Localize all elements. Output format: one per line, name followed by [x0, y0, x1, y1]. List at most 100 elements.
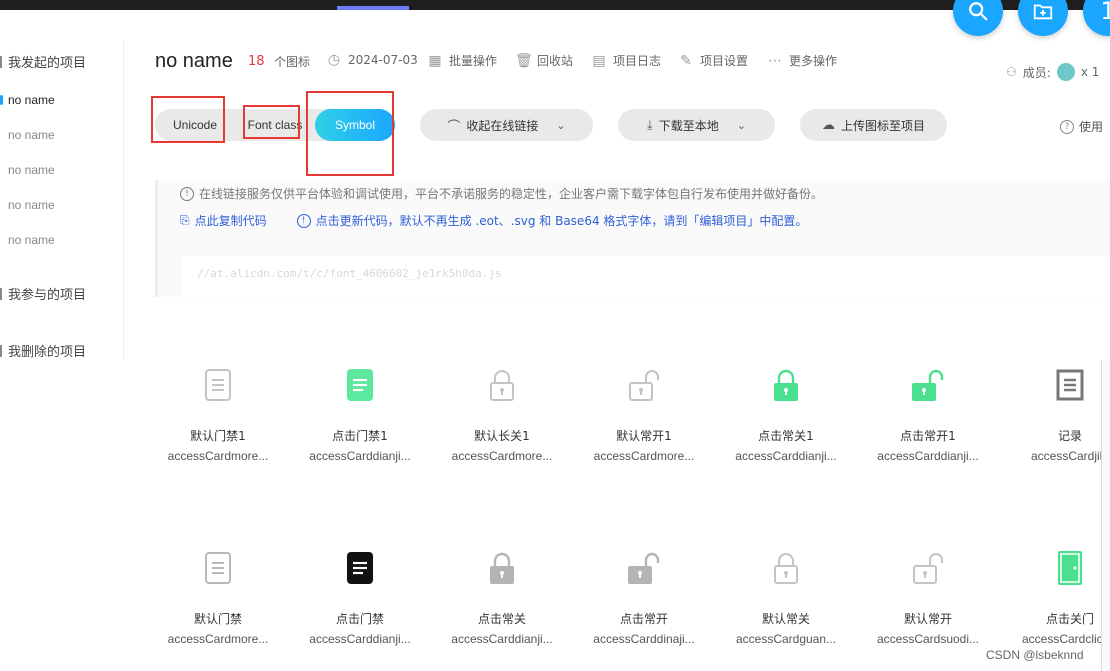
icon-card[interactable]: 记录 accessCardjilu: [999, 365, 1110, 485]
more-ops-button[interactable]: ⋯ 更多操作: [767, 52, 837, 69]
icon-card[interactable]: 点击常关1 accessCarddianji...: [715, 365, 857, 485]
chevron-down-icon: ⌄: [556, 118, 566, 132]
icon-card[interactable]: 默认常开 accessCardsuodi...: [857, 548, 999, 668]
icon-card[interactable]: 点击常开1 accessCarddianji...: [857, 365, 999, 485]
user-icon: ⚇: [1006, 65, 1017, 79]
started-projects-heading[interactable]: 我发起的项目: [0, 52, 86, 71]
project-log-button[interactable]: ▤ 项目日志: [591, 52, 661, 69]
trash-icon: 🗑: [515, 52, 533, 69]
lock-closed-filled-icon: [482, 548, 522, 588]
icon-name: 记录: [1057, 429, 1082, 443]
doc-filled-icon: [340, 548, 380, 588]
batch-ops-button[interactable]: ▦ 批量操作: [427, 52, 497, 69]
icon-code: accessCardmore...: [451, 449, 553, 463]
icon-count: 18: [248, 54, 265, 69]
icon-name: 点击常开: [619, 612, 668, 626]
tab-symbol[interactable]: Symbol: [315, 109, 395, 141]
clock-icon: ◷: [327, 52, 341, 68]
lock-open-outline-icon: [908, 548, 948, 588]
icon-card[interactable]: 默认门禁 accessCardmore...: [147, 548, 289, 668]
icon-name: 默认常关: [761, 612, 810, 626]
recycle-bin-button[interactable]: 🗑 回收站: [515, 52, 573, 69]
question-icon: ?: [1060, 119, 1074, 134]
code-box[interactable]: //at.alicdn.com/t/c/font_4606602_je1rk5h…: [181, 256, 1110, 296]
icon-name: 点击门禁1: [332, 429, 388, 443]
icon-name: 默认门禁1: [190, 429, 246, 443]
date-text: 2024-07-03: [348, 53, 418, 67]
more-ops-label: 更多操作: [789, 54, 838, 68]
copy-code-link[interactable]: 点此复制代码: [195, 212, 267, 229]
notice-actions: ⎘ 点此复制代码 ! 点击更新代码，默认不再生成 .eot、.svg 和 Bas…: [180, 212, 807, 229]
folder-icon: [0, 344, 4, 357]
download-local-button[interactable]: ⤓ 下载至本地 ⌄: [618, 109, 775, 141]
tab-unicode[interactable]: Unicode: [155, 109, 235, 141]
update-code-link[interactable]: 点击更新代码，默认不再生成 .eot、.svg 和 Base64 格式字体，请到…: [316, 212, 808, 229]
doc-filled-icon: [340, 365, 380, 405]
icon-card[interactable]: 点击常关 accessCarddianji...: [431, 548, 573, 668]
icon-code: accessCardsuodi...: [876, 632, 980, 646]
members-count: x 1: [1080, 65, 1100, 79]
info-icon: !: [180, 186, 194, 201]
icon-card[interactable]: 点击门禁 accessCarddianji...: [289, 548, 431, 668]
lock-open-filled-icon: [908, 365, 948, 405]
download-icon: ⤓: [647, 117, 653, 133]
icon-code: accessCardguan...: [735, 632, 837, 646]
code-url: //at.alicdn.com/t/c/font_4606602_je1rk5h…: [197, 267, 502, 280]
notification-count: 1: [1100, 0, 1110, 25]
icon-name: 点击关门: [1045, 612, 1094, 626]
upload-icons-label: 上传图标至项目: [840, 118, 925, 133]
doc-outline-icon: [198, 365, 238, 405]
icon-code: accessCardmore...: [167, 449, 269, 463]
search-button[interactable]: [953, 0, 1003, 36]
icon-count-label: 个图标: [274, 55, 311, 69]
collapse-link-label: 收起在线链接: [466, 118, 539, 133]
tab-font-class[interactable]: Font class: [235, 109, 315, 141]
icon-name: 默认常开1: [616, 429, 672, 443]
sidebar-item-project[interactable]: no name: [0, 93, 55, 107]
icon-code: accessCarddianji...: [309, 632, 411, 646]
lock-closed-outline-icon: [766, 548, 806, 588]
collapse-link-button[interactable]: ⌒ 收起在线链接 ⌄: [420, 109, 593, 141]
scrollbar[interactable]: [1101, 360, 1110, 671]
members-label: 成员:: [1022, 65, 1051, 80]
icon-card[interactable]: 默认长关1 accessCardmore...: [431, 365, 573, 485]
icon-name: 点击常关: [477, 612, 526, 626]
folder-icon: [0, 55, 4, 68]
icon-card[interactable]: 点击门禁1 accessCarddianji...: [289, 365, 431, 485]
log-icon: ▤: [592, 52, 606, 69]
doc-outline-icon: [198, 548, 238, 588]
joined-projects-heading[interactable]: 我参与的项目: [0, 284, 86, 303]
notification-button[interactable]: 1: [1083, 0, 1110, 36]
deleted-projects-label: 我删除的项目: [8, 345, 87, 360]
grid-icon: ▦: [428, 52, 442, 69]
lock-open-filled-icon: [624, 548, 664, 588]
copy-icon: ⎘: [180, 213, 190, 227]
project-settings-button[interactable]: ✎ 项目设置: [678, 52, 748, 69]
sidebar-item-project[interactable]: no name: [8, 163, 55, 177]
download-local-label: 下载至本地: [658, 118, 719, 133]
sidebar-item-project[interactable]: no name: [8, 128, 55, 142]
batch-ops-label: 批量操作: [449, 54, 498, 68]
icon-card[interactable]: 默认常开1 accessCardmore...: [573, 365, 715, 485]
code-format-switch: Unicode Font class Symbol: [155, 109, 395, 141]
joined-projects-label: 我参与的项目: [8, 288, 87, 303]
icon-name: 点击常关1: [758, 429, 814, 443]
icon-card[interactable]: 点击常开 accessCarddinaji...: [573, 548, 715, 668]
record-icon: [1050, 365, 1090, 405]
cloud-upload-icon: ☁: [821, 117, 835, 133]
chevron-down-icon: ⌄: [736, 118, 746, 132]
sidebar-item-project[interactable]: no name: [8, 198, 55, 212]
eye-closed-icon: ⌒: [447, 119, 461, 135]
icon-card[interactable]: 默认常关 accessCardguan...: [715, 548, 857, 668]
icon-code: accessCardmore...: [167, 632, 269, 646]
icon-code: accessCardclickG: [1021, 632, 1110, 646]
more-icon: ⋯: [768, 52, 782, 69]
icon-card[interactable]: 默认门禁1 accessCardmore...: [147, 365, 289, 485]
help-link[interactable]: ? 使用: [1060, 118, 1103, 135]
warning-text: 在线链接服务仅供平台体验和调试使用，平台不承诺服务的稳定性，企业客户需下载字体包…: [199, 187, 824, 201]
new-folder-button[interactable]: [1018, 0, 1068, 36]
upload-icons-button[interactable]: ☁ 上传图标至项目: [800, 109, 947, 141]
deleted-projects-heading[interactable]: 我删除的项目: [0, 341, 86, 360]
members-info[interactable]: ⚇ 成员: x 1: [1006, 63, 1099, 81]
sidebar-item-project[interactable]: no name: [8, 233, 55, 247]
